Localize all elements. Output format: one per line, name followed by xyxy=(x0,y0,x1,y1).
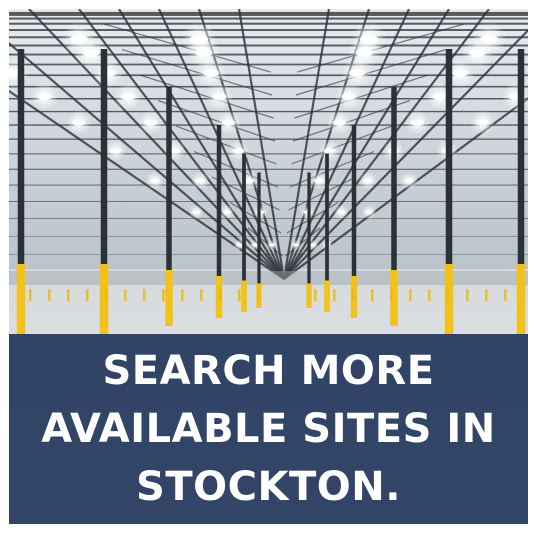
cta-headline: SEARCH MORE AVAILABLE SITES IN STOCKTON. xyxy=(41,348,496,510)
promo-card[interactable]: SEARCH MORE AVAILABLE SITES IN STOCKTON. xyxy=(9,9,528,524)
cta-banner[interactable]: SEARCH MORE AVAILABLE SITES IN STOCKTON. xyxy=(9,334,528,524)
